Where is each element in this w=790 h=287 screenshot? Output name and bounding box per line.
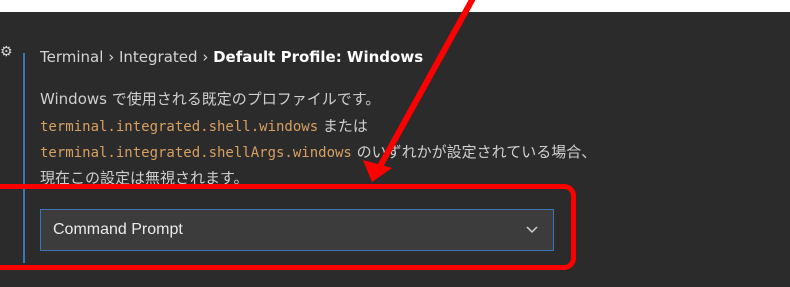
settings-panel: ⚙ Terminal › Integrated › Default Profil… <box>0 12 790 287</box>
text-mataha: または <box>318 117 368 135</box>
description-line-4: 現在この設定は無視されます。 <box>40 169 249 187</box>
breadcrumb-separator: › <box>108 48 115 66</box>
description-line-3: terminal.integrated.shellArgs.windows のい… <box>40 141 596 164</box>
description-line-1: Windows で使用される既定のプロファイルです。 <box>40 90 381 108</box>
code-shellargs-windows[interactable]: terminal.integrated.shellArgs.windows <box>40 145 352 161</box>
dropdown-selected-value: Command Prompt <box>53 221 183 238</box>
code-shell-windows[interactable]: terminal.integrated.shell.windows <box>40 119 318 135</box>
profile-dropdown[interactable]: Command Prompt <box>40 209 554 251</box>
focus-indicator <box>23 53 25 263</box>
setting-name: Default Profile: Windows <box>213 48 424 66</box>
breadcrumb-integrated: Integrated <box>118 48 198 66</box>
setting-title: Terminal › Integrated › Default Profile:… <box>40 46 423 68</box>
breadcrumb-separator: › <box>202 48 209 66</box>
description-line-2: terminal.integrated.shell.windows または <box>40 115 368 138</box>
gear-icon[interactable]: ⚙ <box>0 42 13 62</box>
breadcrumb-terminal: Terminal <box>40 48 104 66</box>
chevron-down-icon[interactable] <box>525 223 539 237</box>
text-line3-tail: のいずれかが設定されている場合、 <box>351 143 597 161</box>
